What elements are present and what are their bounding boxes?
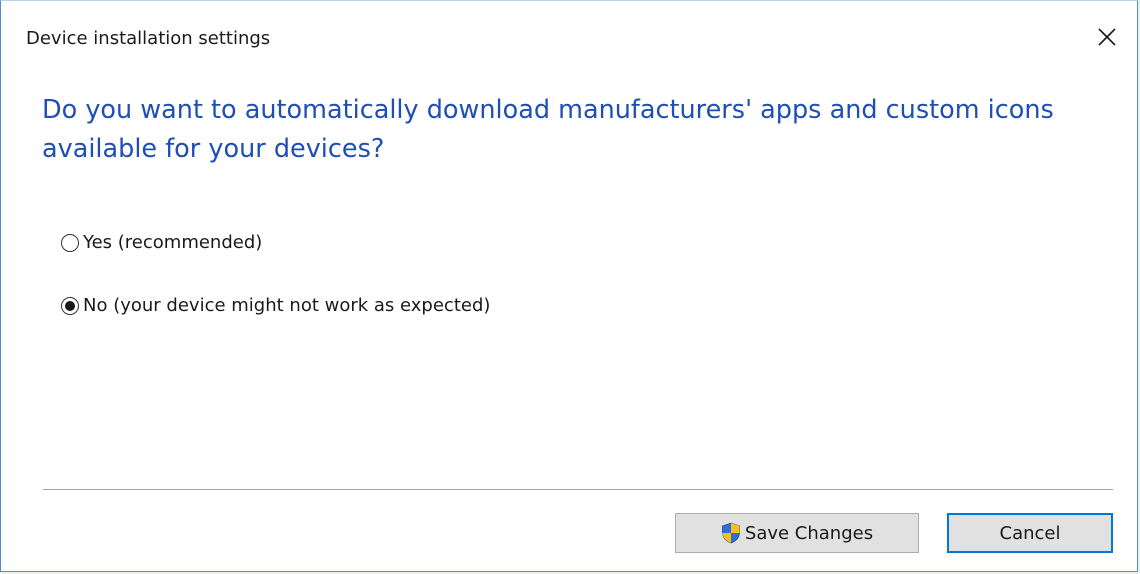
title-bar: Device installation settings [1, 1, 1137, 77]
cancel-button[interactable]: Cancel [947, 513, 1113, 553]
cancel-label: Cancel [999, 522, 1061, 544]
radio-yes[interactable] [61, 233, 79, 252]
question-heading: Do you want to automatically download ma… [42, 95, 1054, 164]
divider [43, 489, 1113, 490]
device-installation-dialog: Device installation settings Do you want… [0, 0, 1138, 572]
save-changes-label: Save Changes [744, 522, 874, 544]
save-changes-button[interactable]: Save Changes [675, 513, 919, 553]
dialog-title: Device installation settings [26, 28, 271, 49]
option-no-label: No (your device might not work as expect… [83, 295, 491, 316]
option-yes-label: Yes (recommended) [83, 232, 263, 253]
close-icon [1098, 28, 1116, 46]
option-yes-recommended[interactable]: Yes (recommended) [61, 232, 262, 253]
uac-shield-icon [721, 522, 740, 544]
option-no[interactable]: No (your device might not work as expect… [61, 295, 490, 316]
close-button[interactable] [1087, 19, 1127, 55]
radio-no[interactable] [61, 296, 79, 315]
